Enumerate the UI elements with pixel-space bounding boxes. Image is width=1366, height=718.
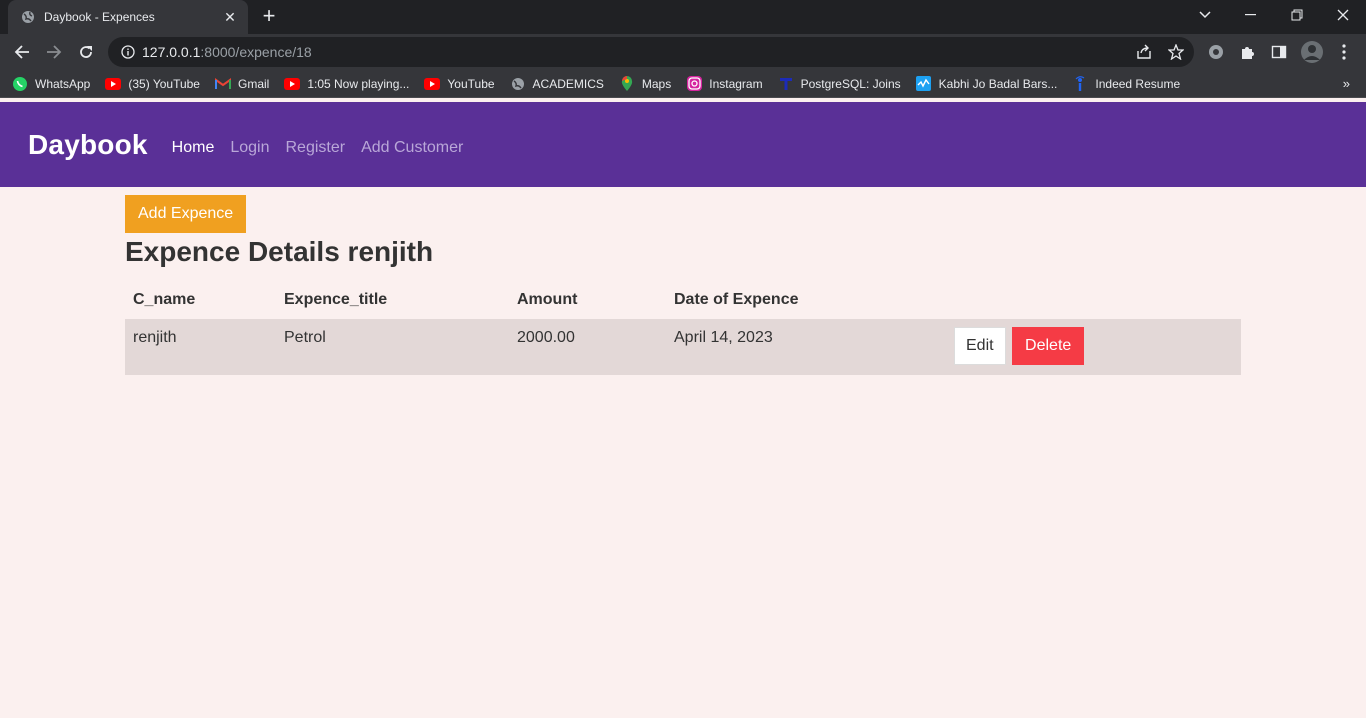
- column-header-date: Date of Expence: [674, 291, 799, 308]
- delete-button[interactable]: Delete: [1012, 327, 1085, 365]
- nav-login[interactable]: Login: [230, 139, 269, 157]
- share-icon[interactable]: [1132, 40, 1156, 64]
- youtube-icon: [284, 76, 301, 92]
- bookmark-postgresql-joins[interactable]: PostgreSQL: Joins: [778, 76, 901, 92]
- profile-avatar[interactable]: [1299, 39, 1325, 65]
- column-header-expence-title: Expence_title: [284, 291, 388, 308]
- new-tab-button[interactable]: +: [258, 5, 280, 28]
- tab-title: Daybook - Expences: [44, 10, 155, 24]
- expence-table: C_name Expence_title Amount Date of Expe…: [125, 281, 1241, 375]
- globe-icon: [510, 76, 526, 92]
- whatsapp-icon: [12, 76, 28, 92]
- bookmark-maps[interactable]: Maps: [619, 75, 672, 92]
- cell-amount: 2000.00: [517, 329, 575, 346]
- tab-search-icon[interactable]: [1182, 0, 1228, 30]
- brand-logo[interactable]: Daybook: [28, 129, 148, 161]
- instagram-icon: [686, 76, 702, 92]
- maps-icon: [619, 75, 635, 92]
- table-header-row: C_name Expence_title Amount Date of Expe…: [125, 281, 1241, 319]
- more-bookmarks-icon[interactable]: »: [1343, 76, 1350, 91]
- site-info-icon[interactable]: [120, 44, 136, 60]
- bookmark-now-playing[interactable]: 1:05 Now playing...: [284, 76, 409, 92]
- column-header-amount: Amount: [517, 291, 578, 308]
- bookmark-gmail[interactable]: Gmail: [214, 76, 270, 92]
- bookmark-label: Maps: [641, 76, 672, 91]
- bookmark-whatsapp[interactable]: WhatsApp: [12, 76, 90, 92]
- url-path: :8000/expence/18: [200, 44, 312, 60]
- extension-icon[interactable]: [1204, 40, 1228, 64]
- add-expence-button[interactable]: Add Expence: [125, 195, 247, 233]
- postgresql-icon: [778, 76, 794, 92]
- nav-add-customer[interactable]: Add Customer: [361, 139, 463, 157]
- music-icon: [916, 76, 932, 92]
- nav-home[interactable]: Home: [172, 139, 215, 157]
- bookmark-label: YouTube: [447, 76, 495, 91]
- address-bar[interactable]: 127.0.0.1:8000/expence/18: [108, 37, 1194, 67]
- puzzle-icon[interactable]: [1236, 40, 1260, 64]
- cell-actions: Edit Delete: [946, 319, 1241, 375]
- main-content: Add Expence Expence Details renjith C_na…: [125, 195, 1241, 375]
- forward-icon[interactable]: [40, 38, 68, 66]
- bookmark-kabhi-jo-badal[interactable]: Kabhi Jo Badal Bars...: [916, 76, 1058, 92]
- cell-c-name: renjith: [133, 329, 177, 346]
- column-header-actions: [946, 281, 1241, 319]
- reload-icon[interactable]: [72, 38, 100, 66]
- gmail-icon: [214, 76, 231, 92]
- bookmark-instagram[interactable]: Instagram: [686, 76, 763, 92]
- bookmark-label: 1:05 Now playing...: [307, 76, 410, 91]
- edit-button[interactable]: Edit: [954, 327, 1006, 365]
- page-title: Expence Details renjith: [125, 236, 434, 267]
- bookmark-label: WhatsApp: [35, 76, 91, 91]
- cell-date: April 14, 2023: [674, 329, 773, 346]
- cell-expence-title: Petrol: [284, 329, 326, 346]
- bookmark-label: Instagram: [709, 76, 763, 91]
- bookmark-label: Gmail: [237, 76, 270, 91]
- bookmark-label: Kabhi Jo Badal Bars...: [938, 76, 1058, 91]
- browser-tab[interactable]: Daybook - Expences ✕: [8, 0, 248, 34]
- bookmark-academics[interactable]: ACADEMICS: [510, 76, 604, 92]
- bookmark-label: (35) YouTube: [128, 76, 200, 91]
- nav-register[interactable]: Register: [286, 139, 346, 157]
- globe-icon: [20, 9, 36, 25]
- indeed-icon: [1072, 75, 1088, 92]
- bookmark-label: PostgreSQL: Joins: [800, 76, 901, 91]
- browser-tab-strip: Daybook - Expences ✕ +: [0, 0, 1366, 34]
- close-tab-icon[interactable]: ✕: [222, 9, 238, 25]
- bookmark-label: Indeed Resume: [1095, 76, 1181, 91]
- minimize-button[interactable]: [1228, 0, 1274, 30]
- url-host: 127.0.0.1: [142, 44, 201, 60]
- close-window-button[interactable]: [1320, 0, 1366, 30]
- youtube-icon: [424, 76, 441, 92]
- bookmark-star-icon[interactable]: [1164, 40, 1188, 64]
- site-navbar: Daybook Home Login Register Add Customer: [0, 102, 1366, 187]
- bookmark-label: ACADEMICS: [532, 76, 604, 91]
- bookmark-indeed-resume[interactable]: Indeed Resume: [1072, 75, 1181, 92]
- restore-button[interactable]: [1274, 0, 1320, 30]
- youtube-icon: [105, 76, 122, 92]
- menu-kebab-icon[interactable]: [1332, 40, 1356, 64]
- browser-toolbar: 127.0.0.1:8000/expence/18: [0, 34, 1366, 70]
- column-header-c-name: C_name: [133, 291, 196, 308]
- table-row: renjith Petrol 2000.00 April 14, 2023 Ed…: [125, 319, 1241, 375]
- side-panel-icon[interactable]: [1267, 40, 1291, 64]
- back-icon[interactable]: [8, 38, 36, 66]
- bookmark-youtube-35[interactable]: (35) YouTube: [105, 76, 200, 92]
- bookmarks-bar: WhatsApp (35) YouTube Gmail 1:05 Now pla…: [0, 70, 1366, 98]
- bookmark-youtube[interactable]: YouTube: [424, 76, 495, 92]
